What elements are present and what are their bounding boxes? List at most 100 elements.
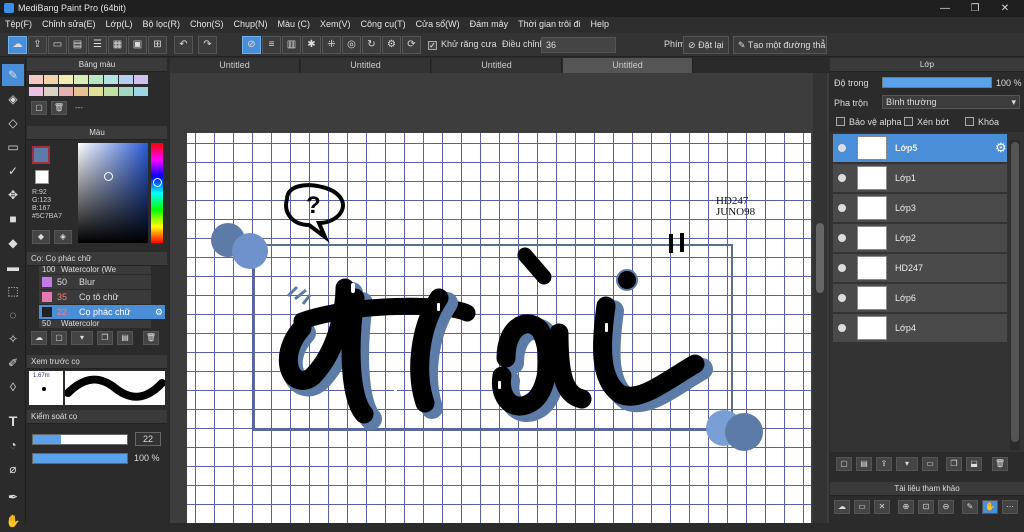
- lock-checkbox[interactable]: [965, 117, 974, 126]
- layer-row[interactable]: Lớp5 ⚙: [833, 134, 1007, 163]
- grid-icon[interactable]: ⊞: [148, 36, 167, 54]
- fill-shape-icon[interactable]: ■: [2, 208, 24, 230]
- undo-icon[interactable]: ↶: [174, 36, 193, 54]
- eye-icon[interactable]: [838, 294, 846, 302]
- eraser-tool-icon[interactable]: ◈: [2, 88, 24, 110]
- saturation-cursor[interactable]: [104, 172, 113, 181]
- scroll-thumb[interactable]: [816, 223, 824, 293]
- swatch[interactable]: [89, 86, 103, 96]
- document-tab-active[interactable]: Untitled: [563, 58, 693, 73]
- layer-add-menu-icon[interactable]: ▾: [896, 457, 918, 471]
- select-pen-icon[interactable]: ✐: [2, 352, 24, 374]
- swatch[interactable]: [44, 75, 58, 84]
- menu-layer[interactable]: Lớp(L): [101, 17, 138, 33]
- swatch[interactable]: [59, 75, 73, 84]
- snap-settings-icon[interactable]: ⚙: [382, 36, 401, 54]
- swatch[interactable]: [89, 75, 103, 84]
- layer-row[interactable]: HD247: [833, 254, 1007, 283]
- brush-item[interactable]: 50 Watercolor: [39, 320, 151, 328]
- new-8bit-layer-icon[interactable]: ⇪: [876, 457, 892, 471]
- snap-circle-icon[interactable]: ◎: [342, 36, 361, 54]
- select-rect-icon[interactable]: ⬚: [2, 280, 24, 302]
- palette-swatches[interactable]: [29, 75, 153, 97]
- snap-curve-icon[interactable]: ↻: [362, 36, 381, 54]
- swatch[interactable]: [104, 86, 118, 96]
- drawing-canvas[interactable]: ? HD247 JUNO98: [187, 133, 811, 523]
- reset-button[interactable]: ⊘ Đặt lại: [683, 36, 729, 54]
- color-mode-icon[interactable]: ◆: [32, 230, 50, 244]
- swatch[interactable]: [74, 75, 88, 84]
- new-swatch-icon[interactable]: ▢: [31, 101, 47, 115]
- hand-tool-icon[interactable]: ✋: [2, 510, 24, 532]
- balloon-tool-icon[interactable]: ◔: [2, 434, 24, 456]
- menu-file[interactable]: Tệp(F): [0, 17, 37, 33]
- menu-window[interactable]: Cửa sổ(W): [411, 17, 465, 33]
- swatch[interactable]: [119, 86, 133, 96]
- layer-scroll-thumb[interactable]: [1011, 142, 1019, 442]
- menu-edit[interactable]: Chỉnh sửa(E): [37, 17, 101, 33]
- snap-focus-icon[interactable]: ✱: [302, 36, 321, 54]
- menu-filter[interactable]: Bộ lọc(R): [137, 17, 185, 33]
- eye-icon[interactable]: [838, 324, 846, 332]
- ref-zoom-in-icon[interactable]: ⊕: [898, 500, 914, 514]
- menu-help[interactable]: Help: [586, 17, 615, 33]
- swatch[interactable]: [74, 86, 88, 96]
- menu-view[interactable]: Xem(V): [315, 17, 356, 33]
- menu-timelapse[interactable]: Thời gian trôi đi: [513, 17, 585, 33]
- bucket-tool-icon[interactable]: ◆: [2, 232, 24, 254]
- document-tab[interactable]: Untitled: [170, 58, 300, 73]
- gear-icon[interactable]: ⚙: [995, 140, 1007, 156]
- panel-icon[interactable]: ▦: [108, 36, 127, 54]
- document-tab[interactable]: Untitled: [432, 58, 562, 73]
- new-layer-icon[interactable]: ▢: [836, 457, 852, 471]
- swatch[interactable]: [134, 86, 148, 96]
- redo-icon[interactable]: ↷: [198, 36, 217, 54]
- brush-item[interactable]: 50 Blur: [39, 275, 151, 289]
- ref-menu-icon[interactable]: ⋯: [1002, 500, 1018, 514]
- select-check-icon[interactable]: ✓: [2, 160, 24, 182]
- magic-wand-icon[interactable]: ✧: [2, 328, 24, 350]
- rectangle-tool-icon[interactable]: ▭: [2, 136, 24, 158]
- snap-off-icon[interactable]: ⊘: [242, 36, 261, 54]
- layer-row[interactable]: Lớp4: [833, 314, 1007, 343]
- brush-add-icon[interactable]: ▢: [51, 331, 67, 345]
- swatch[interactable]: [119, 75, 133, 84]
- duplicate-layer-icon[interactable]: ❐: [946, 457, 962, 471]
- eye-icon[interactable]: [838, 144, 846, 152]
- new-halftone-layer-icon[interactable]: ▤: [856, 457, 872, 471]
- layer-row[interactable]: Lớp1: [833, 164, 1007, 193]
- cloud-icon[interactable]: ☁: [8, 36, 27, 54]
- eye-icon[interactable]: [838, 234, 846, 242]
- menu-snap[interactable]: Chụp(N): [229, 17, 273, 33]
- lasso-tool-icon[interactable]: ◌: [2, 304, 24, 326]
- minimize-button[interactable]: —: [930, 0, 960, 17]
- brush-cloud-icon[interactable]: ☁: [31, 331, 47, 345]
- size-slider[interactable]: [32, 434, 128, 445]
- saturation-picker[interactable]: [78, 143, 148, 243]
- brush-settings-icon[interactable]: ⚙: [155, 305, 163, 319]
- snap-edit-icon[interactable]: ⟳: [402, 36, 421, 54]
- color-swap-icon[interactable]: ◈: [54, 230, 72, 244]
- text-tool-icon[interactable]: T: [2, 410, 24, 432]
- swatch[interactable]: [44, 86, 58, 96]
- vertical-scrollbar[interactable]: [813, 73, 827, 523]
- layer-folder-icon[interactable]: ▭: [922, 457, 938, 471]
- brush-delete-icon[interactable]: 🗑: [143, 331, 159, 345]
- menu-color[interactable]: Màu (C): [273, 17, 316, 33]
- layer-row[interactable]: Lớp3: [833, 194, 1007, 223]
- ref-zoom-out-icon[interactable]: ⊖: [938, 500, 954, 514]
- ref-cloud-icon[interactable]: ☁: [834, 500, 850, 514]
- ref-fit-icon[interactable]: ⊡: [918, 500, 934, 514]
- delete-layer-icon[interactable]: 🗑: [992, 457, 1008, 471]
- eye-icon[interactable]: [838, 204, 846, 212]
- image-icon[interactable]: ▣: [128, 36, 147, 54]
- swatch[interactable]: [59, 86, 73, 96]
- blend-select[interactable]: Bình thường ▾: [882, 95, 1020, 109]
- brush-item[interactable]: 35 Cọ tô chữ: [39, 290, 151, 304]
- snap-parallel-icon[interactable]: ≡: [262, 36, 281, 54]
- primary-color-swatch[interactable]: [32, 146, 50, 164]
- ref-hand-icon[interactable]: ✋: [982, 500, 998, 514]
- antialias-checkbox[interactable]: ✓: [428, 41, 437, 50]
- protect-alpha-checkbox[interactable]: [836, 117, 845, 126]
- brush-item-selected[interactable]: 22 Cọ phác chữ ⚙: [39, 305, 165, 319]
